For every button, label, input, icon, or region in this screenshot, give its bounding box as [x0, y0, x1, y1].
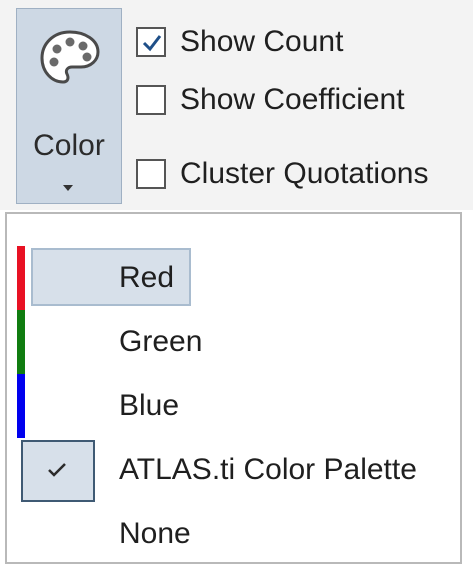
- show-count-label: Show Count: [180, 25, 344, 58]
- checkmark-icon: [48, 463, 66, 477]
- menu-item-blue[interactable]: Blue: [7, 374, 460, 438]
- palette-icon: [40, 30, 100, 84]
- checked-indicator: [21, 440, 95, 502]
- blue-color-strip: [17, 374, 25, 438]
- ribbon: Color Show Count Show Coefficient Cluste…: [0, 0, 473, 210]
- cluster-quotations-checkbox[interactable]: [136, 159, 166, 189]
- menu-item-label: Blue: [119, 389, 180, 422]
- menu-item-label: Red: [119, 261, 175, 294]
- red-color-strip: [17, 246, 25, 310]
- show-coefficient-label: Show Coefficient: [180, 83, 405, 116]
- menu-item-red[interactable]: Red: [7, 246, 460, 310]
- cluster-quotations-label: Cluster Quotations: [180, 157, 429, 190]
- color-dropdown-menu: Red Green Blue ATLAS.ti Color Palette No…: [5, 212, 462, 564]
- color-button-label: Color: [33, 129, 105, 162]
- green-color-strip: [17, 310, 25, 374]
- menu-item-label: ATLAS.ti Color Palette: [119, 453, 417, 486]
- menu-item-label: Green: [119, 325, 203, 358]
- show-count-option[interactable]: Show Count: [136, 22, 343, 62]
- cluster-quotations-option[interactable]: Cluster Quotations: [136, 154, 428, 194]
- show-count-checkbox[interactable]: [136, 27, 166, 57]
- show-coefficient-option[interactable]: Show Coefficient: [136, 80, 405, 120]
- chevron-down-icon: [63, 185, 73, 191]
- menu-item-none[interactable]: None: [7, 502, 460, 566]
- checkmark-icon: [142, 35, 162, 52]
- menu-item-green[interactable]: Green: [7, 310, 460, 374]
- menu-item-label: None: [119, 517, 191, 550]
- color-button[interactable]: Color: [16, 8, 122, 204]
- menu-item-atlas-palette[interactable]: ATLAS.ti Color Palette: [7, 438, 460, 502]
- show-coefficient-checkbox[interactable]: [136, 85, 166, 115]
